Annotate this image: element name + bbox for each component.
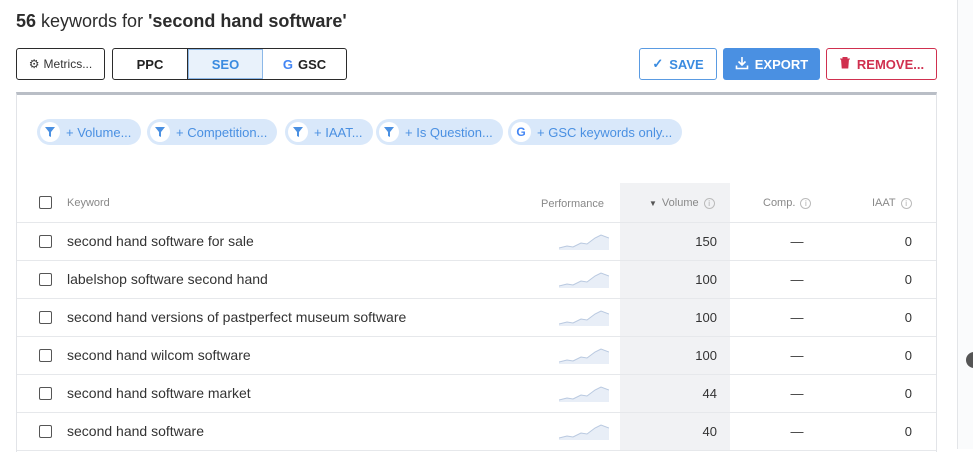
- filter-chip-gsc[interactable]: G + GSC keywords only...: [508, 119, 683, 145]
- tab-ppc[interactable]: PPC: [113, 49, 188, 79]
- performance-sparkline: [558, 384, 610, 405]
- table-row[interactable]: second hand software for sale 150 — 0: [17, 223, 936, 261]
- info-icon: i: [703, 197, 715, 209]
- volume-cell: 100: [695, 310, 717, 325]
- filter-chip-question[interactable]: + Is Question...: [376, 119, 503, 145]
- check-icon: ✓: [652, 56, 664, 71]
- filter-icon: [40, 122, 60, 142]
- filter-chip-label: + Is Question...: [405, 124, 493, 140]
- column-header-volume-label: Volume: [661, 197, 699, 209]
- comp-cell: —: [790, 386, 804, 401]
- comp-cell: —: [790, 424, 804, 439]
- comp-cell: —: [790, 310, 804, 325]
- row-checkbox[interactable]: [39, 349, 52, 362]
- google-icon: G: [282, 56, 293, 72]
- metrics-button[interactable]: ⚙ Metrics...: [16, 48, 105, 80]
- info-icon: i: [800, 197, 812, 209]
- iaat-cell: 0: [904, 234, 912, 249]
- tab-ppc-label: PPC: [136, 56, 164, 72]
- download-icon: [735, 56, 749, 73]
- comp-cell: —: [790, 272, 804, 287]
- volume-cell: 44: [702, 386, 717, 401]
- row-checkbox[interactable]: [39, 273, 52, 286]
- trash-icon: [839, 56, 851, 72]
- iaat-cell: 0: [904, 310, 912, 325]
- table-header: Keyword Performance ▼ Volume i Comp. i I…: [17, 183, 936, 223]
- filter-chip-iaat[interactable]: + IAAT...: [285, 119, 373, 145]
- keyword-cell[interactable]: second hand software market: [67, 385, 251, 401]
- table-row[interactable]: second hand versions of pastperfect muse…: [17, 299, 936, 337]
- title-text: keywords for: [36, 11, 149, 31]
- column-header-keyword[interactable]: Keyword: [67, 197, 110, 209]
- filter-chip-label: + IAAT...: [314, 124, 363, 140]
- sort-desc-icon: ▼: [649, 198, 657, 208]
- select-all-checkbox[interactable]: [39, 196, 52, 209]
- keywords-panel: + Volume... + Competition... + IAAT... +…: [16, 92, 937, 452]
- iaat-cell: 0: [904, 272, 912, 287]
- performance-sparkline: [558, 346, 610, 367]
- export-button[interactable]: EXPORT: [723, 48, 820, 80]
- tab-seo-label: SEO: [211, 56, 240, 72]
- side-panel-edge: [957, 0, 973, 449]
- info-icon: i: [900, 197, 912, 209]
- column-header-performance[interactable]: Performance: [541, 198, 604, 210]
- volume-cell: 100: [695, 348, 717, 363]
- gear-icon: ⚙: [28, 57, 40, 71]
- volume-cell: 100: [695, 272, 717, 287]
- metrics-label: Metrics...: [43, 57, 93, 71]
- filter-chip-competition[interactable]: + Competition...: [147, 119, 278, 145]
- iaat-cell: 0: [904, 386, 912, 401]
- keyword-cell[interactable]: second hand software: [67, 423, 204, 439]
- tab-gsc[interactable]: G GSC: [263, 49, 346, 79]
- keyword-cell[interactable]: second hand versions of pastperfect muse…: [67, 309, 406, 325]
- iaat-cell: 0: [904, 348, 912, 363]
- row-checkbox[interactable]: [39, 425, 52, 438]
- filter-icon: [379, 122, 399, 142]
- page-title: 56 keywords for 'second hand software': [16, 11, 347, 32]
- keyword-cell[interactable]: labelshop software second hand: [67, 271, 268, 287]
- filter-chip-label: + Volume...: [66, 124, 132, 140]
- google-icon: G: [511, 122, 531, 142]
- filter-chip-volume[interactable]: + Volume...: [37, 119, 142, 145]
- export-label: EXPORT: [754, 56, 809, 72]
- table-row[interactable]: labelshop software second hand 100 — 0: [17, 261, 936, 299]
- save-label: SAVE: [669, 56, 704, 72]
- performance-sparkline: [558, 232, 610, 253]
- table-row[interactable]: second hand software market 44 — 0: [17, 375, 936, 413]
- volume-cell: 40: [702, 424, 717, 439]
- keyword-cell[interactable]: second hand software for sale: [67, 233, 254, 249]
- performance-sparkline: [558, 422, 610, 443]
- column-header-volume[interactable]: ▼ Volume i: [649, 197, 715, 209]
- save-button[interactable]: ✓ SAVE: [639, 48, 717, 80]
- column-header-iaat[interactable]: IAAT i: [872, 197, 912, 209]
- column-header-iaat-label: IAAT: [872, 197, 896, 209]
- performance-sparkline: [558, 308, 610, 329]
- table-row[interactable]: second hand wilcom software 100 — 0: [17, 337, 936, 375]
- filter-chip-label: + Competition...: [176, 124, 268, 140]
- filter-icon: [150, 122, 170, 142]
- table-row[interactable]: second hand software 40 — 0: [17, 413, 936, 451]
- volume-cell: 150: [695, 234, 717, 249]
- column-header-comp-label: Comp.: [763, 197, 796, 209]
- tab-gsc-label: GSC: [297, 56, 327, 72]
- performance-sparkline: [558, 270, 610, 291]
- comp-cell: —: [790, 234, 804, 249]
- row-checkbox[interactable]: [39, 387, 52, 400]
- keyword-cell[interactable]: second hand wilcom software: [67, 347, 251, 363]
- filter-icon: [288, 122, 308, 142]
- filter-chip-label: + GSC keywords only...: [537, 124, 673, 140]
- column-header-comp[interactable]: Comp. i: [763, 197, 812, 209]
- mode-tabs: PPC SEO G GSC: [112, 48, 347, 80]
- panel-toggle-handle[interactable]: [966, 352, 973, 368]
- query-text: 'second hand software': [148, 11, 347, 31]
- iaat-cell: 0: [904, 424, 912, 439]
- comp-cell: —: [790, 348, 804, 363]
- row-checkbox[interactable]: [39, 311, 52, 324]
- remove-label: REMOVE...: [856, 56, 925, 72]
- remove-button[interactable]: REMOVE...: [826, 48, 937, 80]
- tab-seo[interactable]: SEO: [188, 49, 263, 79]
- keyword-count: 56: [16, 11, 37, 31]
- row-checkbox[interactable]: [39, 235, 52, 248]
